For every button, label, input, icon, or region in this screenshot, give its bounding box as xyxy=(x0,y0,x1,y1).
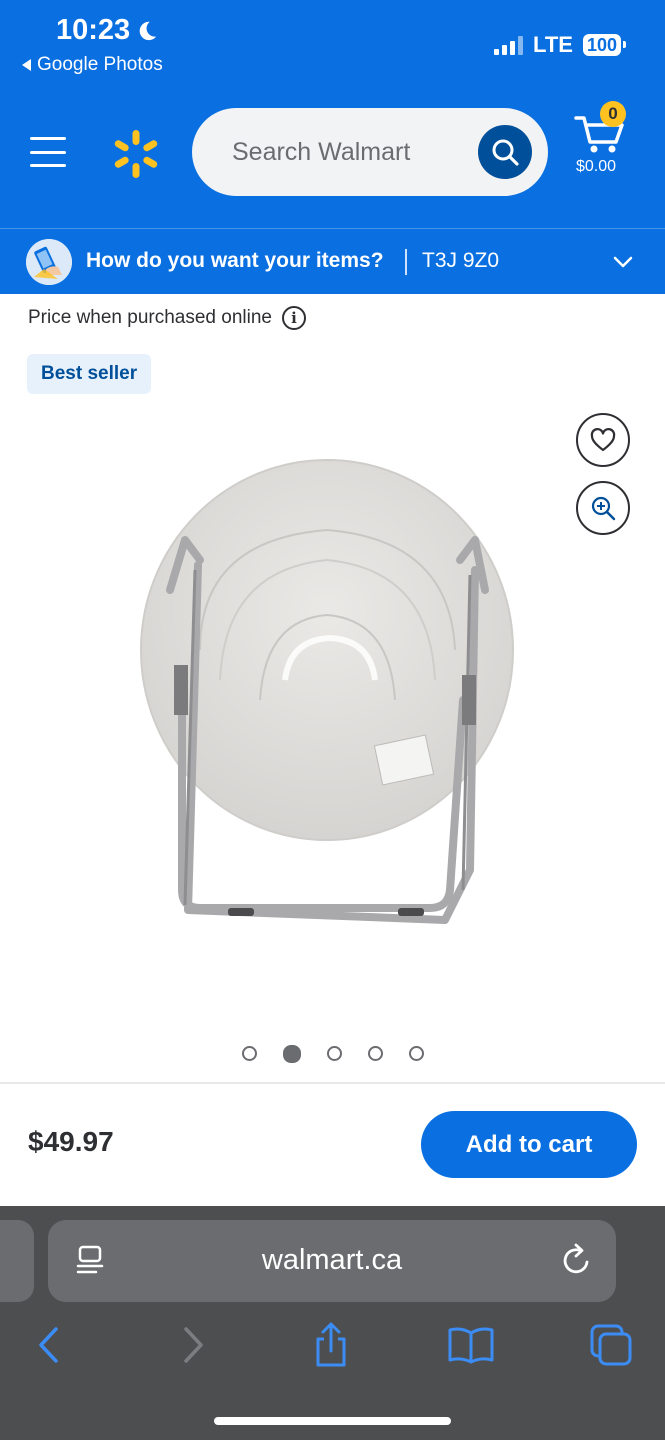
back-to-app-link[interactable]: Google Photos xyxy=(22,54,163,76)
search-icon xyxy=(492,139,519,166)
address-bar[interactable]: walmart.ca xyxy=(48,1220,616,1302)
back-icon xyxy=(39,1327,58,1363)
search-input[interactable]: Search Walmart xyxy=(192,108,548,196)
signal-icon xyxy=(494,35,524,55)
reload-icon[interactable] xyxy=(560,1242,594,1278)
zoom-in-icon xyxy=(591,496,616,521)
divider xyxy=(0,1082,665,1084)
forward-button[interactable] xyxy=(168,1320,218,1370)
product-price: $49.97 xyxy=(28,1126,114,1157)
delivery-question: How do you want your items? xyxy=(86,249,384,272)
price-note: Price when purchased online i xyxy=(28,306,306,330)
search-placeholder: Search Walmart xyxy=(232,138,411,166)
price-note-text: Price when purchased online xyxy=(28,307,272,328)
battery-icon: 100 xyxy=(582,34,627,56)
best-seller-badge: Best seller xyxy=(27,354,152,394)
battery-level: 100 xyxy=(586,35,617,55)
back-app-label: Google Photos xyxy=(37,54,163,75)
delivery-selector[interactable]: How do you want your items? T3J 9Z0 xyxy=(0,228,665,294)
info-icon[interactable]: i xyxy=(282,306,306,330)
search-button[interactable] xyxy=(478,125,532,179)
carousel-dot[interactable] xyxy=(408,1046,424,1061)
delivery-divider xyxy=(405,249,407,275)
carousel-dot[interactable] xyxy=(241,1046,257,1061)
add-to-cart-button[interactable]: Add to cart xyxy=(421,1111,637,1178)
carousel-dot[interactable] xyxy=(326,1046,342,1061)
back-button[interactable] xyxy=(24,1320,74,1370)
status-bar-time: 10:23 xyxy=(56,14,158,47)
chevron-down-icon xyxy=(613,256,633,268)
tabs-icon xyxy=(590,1324,632,1366)
url-text: walmart.ca xyxy=(261,1244,403,1276)
heart-icon xyxy=(590,428,616,452)
back-triangle-icon xyxy=(22,59,31,71)
carousel-dot-active[interactable] xyxy=(282,1045,301,1063)
bookmarks-icon xyxy=(448,1327,494,1364)
product-image[interactable] xyxy=(130,450,530,950)
share-icon xyxy=(316,1322,346,1367)
zoom-button[interactable] xyxy=(576,481,630,535)
postal-code: T3J 9Z0 xyxy=(422,249,500,272)
share-button[interactable] xyxy=(306,1320,356,1370)
home-indicator[interactable] xyxy=(214,1417,451,1425)
menu-icon[interactable] xyxy=(30,137,66,167)
network-label: LTE xyxy=(533,32,573,57)
bookmarks-button[interactable] xyxy=(446,1320,496,1370)
moon-icon xyxy=(139,21,157,40)
walmart-spark-logo[interactable] xyxy=(110,128,162,180)
tabs-button[interactable] xyxy=(586,1320,636,1370)
favorite-button[interactable] xyxy=(576,413,630,467)
carousel-dot[interactable] xyxy=(367,1046,383,1061)
forward-icon xyxy=(184,1327,203,1363)
image-carousel-dots xyxy=(0,1045,665,1063)
status-bar-right: LTE 100 xyxy=(494,32,627,58)
cart-count-badge: 0 xyxy=(600,101,626,127)
browser-nav-row xyxy=(0,1314,665,1374)
delivery-icon xyxy=(26,239,72,285)
time-text: 10:23 xyxy=(56,14,131,46)
cart-total: $0.00 xyxy=(576,158,617,175)
previous-tab-preview[interactable] xyxy=(0,1220,34,1302)
browser-toolbar: walmart.ca xyxy=(0,1206,665,1440)
